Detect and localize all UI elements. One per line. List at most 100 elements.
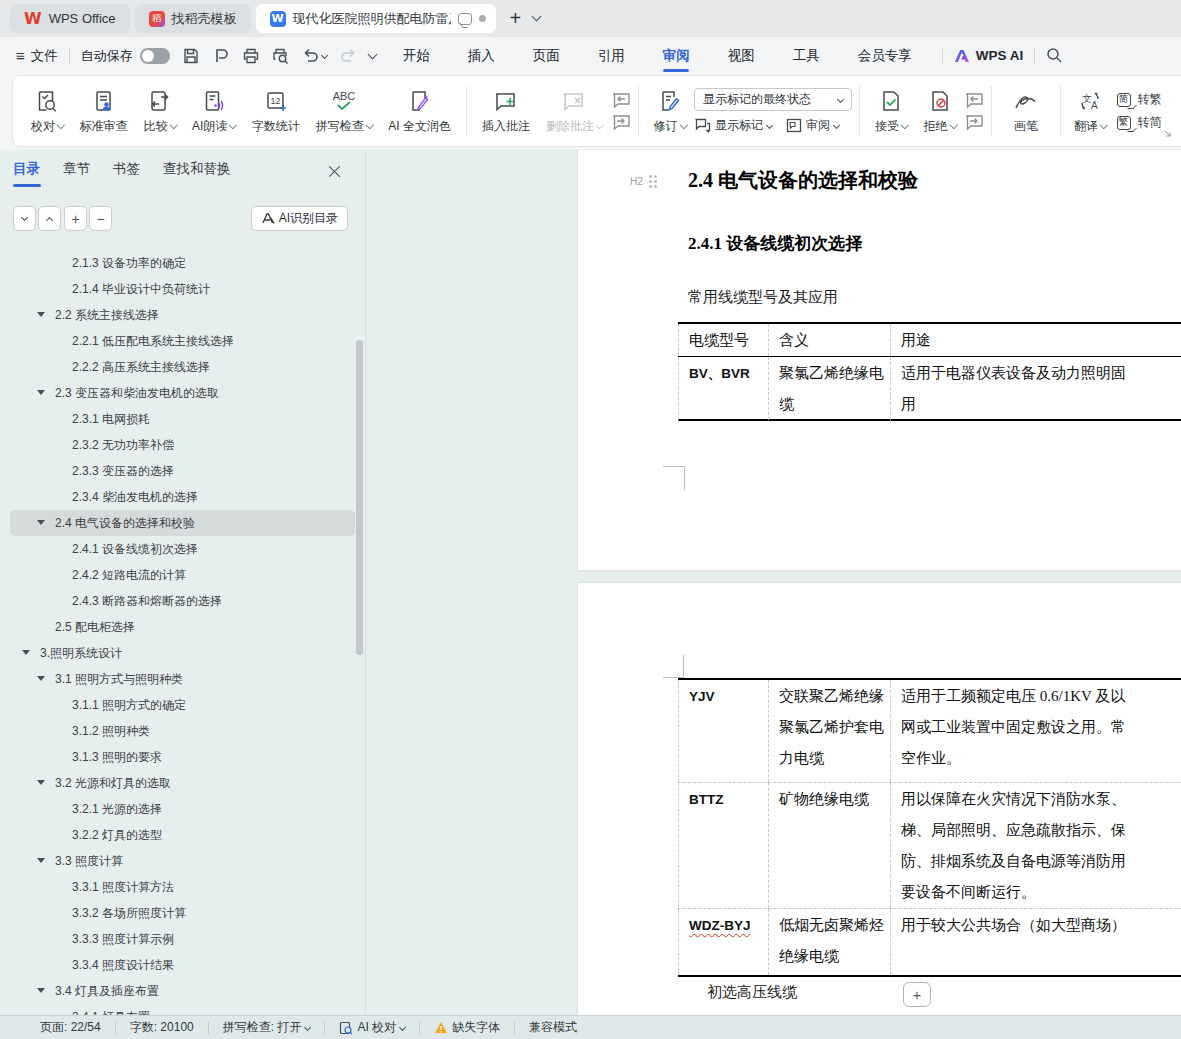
spell-check-status[interactable]: 拼写检查: 打开 — [223, 1019, 311, 1036]
toc-collapse-button[interactable] — [38, 206, 61, 231]
word-count-indicator[interactable]: 字数: 20100 — [130, 1019, 194, 1036]
toc-item[interactable]: 2.5 配电柜选择 — [10, 614, 355, 640]
toc-item[interactable]: 2.4 电气设备的选择和校验 — [10, 510, 355, 536]
app-tab-docer[interactable]: 稻 找稻壳模板 — [135, 4, 251, 33]
autosave-toggle[interactable] — [140, 48, 170, 64]
toc-item[interactable]: 3.1.2 照明种类 — [10, 718, 355, 744]
toc-item[interactable]: 3.3.4 照度设计结果 — [10, 952, 355, 978]
menu-item-页面[interactable]: 页面 — [514, 37, 579, 74]
collapse-triangle-icon[interactable] — [37, 390, 45, 395]
file-menu[interactable]: 文件 — [31, 47, 58, 65]
spell-check-button[interactable]: ABC 拼写检查 — [308, 82, 381, 140]
new-tab-button[interactable]: + — [510, 7, 522, 30]
export-pdf-icon[interactable] — [212, 47, 230, 65]
toc-item[interactable]: 3.1.1 照明方式的确定 — [10, 692, 355, 718]
prev-change-icon[interactable] — [964, 92, 984, 109]
subsection-heading[interactable]: 2.4.1 设备线缆初次选择 — [688, 232, 862, 255]
toc-item[interactable]: 2.1.4 毕业设计中负荷统计 — [10, 276, 355, 302]
pen-button[interactable]: 画笔 — [999, 82, 1053, 140]
translate-button[interactable]: 文A 翻译 — [1068, 82, 1113, 140]
next-comment-icon[interactable] — [611, 114, 631, 131]
print-icon[interactable] — [242, 47, 260, 65]
comment-bubble-icon[interactable] — [458, 13, 472, 25]
toc-item[interactable]: 3.1 照明方式与照明种类 — [10, 666, 355, 692]
standard-review-button[interactable]: 标准审查 — [72, 82, 136, 140]
collapse-triangle-icon[interactable] — [37, 988, 45, 993]
print-preview-icon[interactable] — [272, 47, 290, 65]
tab-list-chevron-icon[interactable] — [532, 12, 542, 22]
sidebar-close-icon[interactable] — [328, 165, 341, 178]
table-header-cell[interactable]: 用途 — [890, 324, 1181, 356]
toc-item[interactable]: 2.3.2 无功功率补偿 — [10, 432, 355, 458]
toc-item[interactable]: 2.3.3 变压器的选择 — [10, 458, 355, 484]
sidebar-tab-书签[interactable]: 书签 — [113, 160, 140, 187]
app-tab-wps-office[interactable]: W WPS Office — [10, 4, 130, 33]
drag-handle-icon[interactable] — [649, 175, 657, 188]
table-cell[interactable]: 用以保障在火灾情况下消防水泵、梯、局部照明、应急疏散指示、保防、排烟系统及自备电… — [890, 783, 1181, 908]
hamburger-icon[interactable]: ≡ — [16, 47, 25, 64]
compat-mode-indicator[interactable]: 兼容模式 — [529, 1019, 577, 1036]
ai-read-button[interactable]: AI朗读 — [184, 82, 244, 140]
traditional-to-simplified-button[interactable]: 繁转简 — [1117, 114, 1162, 131]
table-cell[interactable]: 矿物绝缘电缆 — [768, 783, 890, 908]
document-tab[interactable]: W 现代化医院照明供配电防雷及 — [256, 4, 496, 33]
toc-item[interactable]: 3.1.3 照明的要求 — [10, 744, 355, 770]
track-changes-button[interactable]: 修订 — [646, 82, 695, 140]
collapse-triangle-icon[interactable] — [22, 650, 30, 655]
table-cell[interactable]: 适用于电器仪表设备及动力照明固用 — [890, 357, 1181, 420]
table-cell[interactable]: WDZ-BYJ — [678, 909, 768, 975]
table-cell[interactable]: 用于较大公共场合（如大型商场） — [890, 909, 1181, 975]
ai-polish-button[interactable]: AI 全文润色 — [380, 82, 459, 140]
collapse-triangle-icon[interactable] — [37, 312, 45, 317]
simplified-to-traditional-button[interactable]: 简转繁 — [1117, 91, 1162, 108]
undo-caret-icon[interactable] — [321, 52, 328, 59]
toc-item[interactable]: 2.2 系统主接线选择 — [10, 302, 355, 328]
document-area[interactable]: H2 2.4 电气设备的选择和校验 2.4.1 设备线缆初次选择 常用线缆型号及… — [367, 150, 1181, 1015]
dialog-expand-icon[interactable] — [1164, 130, 1172, 138]
table-cell[interactable]: BTTZ — [678, 783, 768, 908]
toc-item[interactable]: 3.照明系统设计 — [10, 640, 355, 666]
reject-button[interactable]: 拒绝 — [916, 82, 965, 140]
next-change-icon[interactable] — [964, 114, 984, 131]
toc-item[interactable]: 3.2.2 灯具的选型 — [10, 822, 355, 848]
table-cell[interactable]: YJV — [678, 680, 768, 782]
menu-item-工具[interactable]: 工具 — [774, 37, 839, 74]
cable-table-part2[interactable]: YJV交联聚乙烯绝缘聚氯乙烯护套电力电缆适用于工频额定电压 0.6/1KV 及以… — [678, 678, 1181, 977]
markup-state-select[interactable]: 显示标记的最终状态 — [694, 88, 852, 111]
proofread-button[interactable]: 校对 — [23, 82, 72, 140]
toc-item[interactable]: 2.4.3 断路器和熔断器的选择 — [10, 588, 355, 614]
menu-item-视图[interactable]: 视图 — [709, 37, 774, 74]
table-cell[interactable]: 交联聚乙烯绝缘聚氯乙烯护套电力电缆 — [768, 680, 890, 782]
add-row-button[interactable]: + — [903, 982, 931, 1007]
search-icon[interactable] — [1046, 47, 1063, 64]
toc-item[interactable]: 3.3 照度计算 — [10, 848, 355, 874]
toc-item[interactable]: 2.3.1 电网损耗 — [10, 406, 355, 432]
toc-item[interactable]: 2.4.1 设备线缆初次选择 — [10, 536, 355, 562]
word-count-button[interactable]: 12 字数统计 — [244, 82, 308, 140]
insert-comment-button[interactable]: 插入批注 — [474, 82, 538, 140]
accept-button[interactable]: 接受 — [867, 82, 916, 140]
section-heading[interactable]: 2.4 电气设备的选择和校验 — [688, 167, 918, 194]
ai-recognize-toc-button[interactable]: AI识别目录 — [251, 206, 348, 231]
hv-cable-label[interactable]: 初选高压线缆 — [707, 983, 797, 1002]
collapse-triangle-icon[interactable] — [37, 780, 45, 785]
toc-item[interactable]: 3.3.1 照度计算方法 — [10, 874, 355, 900]
table-cell[interactable]: 适用于工频额定电压 0.6/1KV 及以网或工业装置中固定敷设之用。常空作业。 — [890, 680, 1181, 782]
toc-item[interactable]: 2.2.2 高压系统主接线选择 — [10, 354, 355, 380]
compare-button[interactable]: 比较 — [136, 82, 185, 140]
toc-item[interactable]: 3.2 光源和灯具的选取 — [10, 770, 355, 796]
page-indicator[interactable]: 页面: 22/54 — [40, 1019, 101, 1036]
missing-font-warning[interactable]: 缺失字体 — [434, 1019, 500, 1036]
heading-level-badge[interactable]: H2 — [630, 175, 657, 188]
table-header-cell[interactable]: 电缆型号 — [678, 324, 768, 356]
toc-item[interactable]: 2.4.2 短路电流的计算 — [10, 562, 355, 588]
toc-item[interactable]: 3.4 灯具及插座布置 — [10, 978, 355, 1004]
toc-zoom-out-button[interactable]: − — [89, 206, 112, 231]
sidebar-tab-查找和替换[interactable]: 查找和替换 — [163, 160, 231, 187]
toc-item[interactable]: 2.1.3 设备功率的确定 — [10, 250, 355, 276]
toc-item[interactable]: 3.3.2 各场所照度计算 — [10, 900, 355, 926]
table-cell[interactable]: BV、BVR — [678, 357, 768, 420]
table-cell[interactable]: 低烟无卤聚烯烃绝缘电缆 — [768, 909, 890, 975]
wps-ai-menu[interactable]: WPS AI — [954, 48, 1024, 63]
toc-item[interactable]: 2.3 变压器和柴油发电机的选取 — [10, 380, 355, 406]
